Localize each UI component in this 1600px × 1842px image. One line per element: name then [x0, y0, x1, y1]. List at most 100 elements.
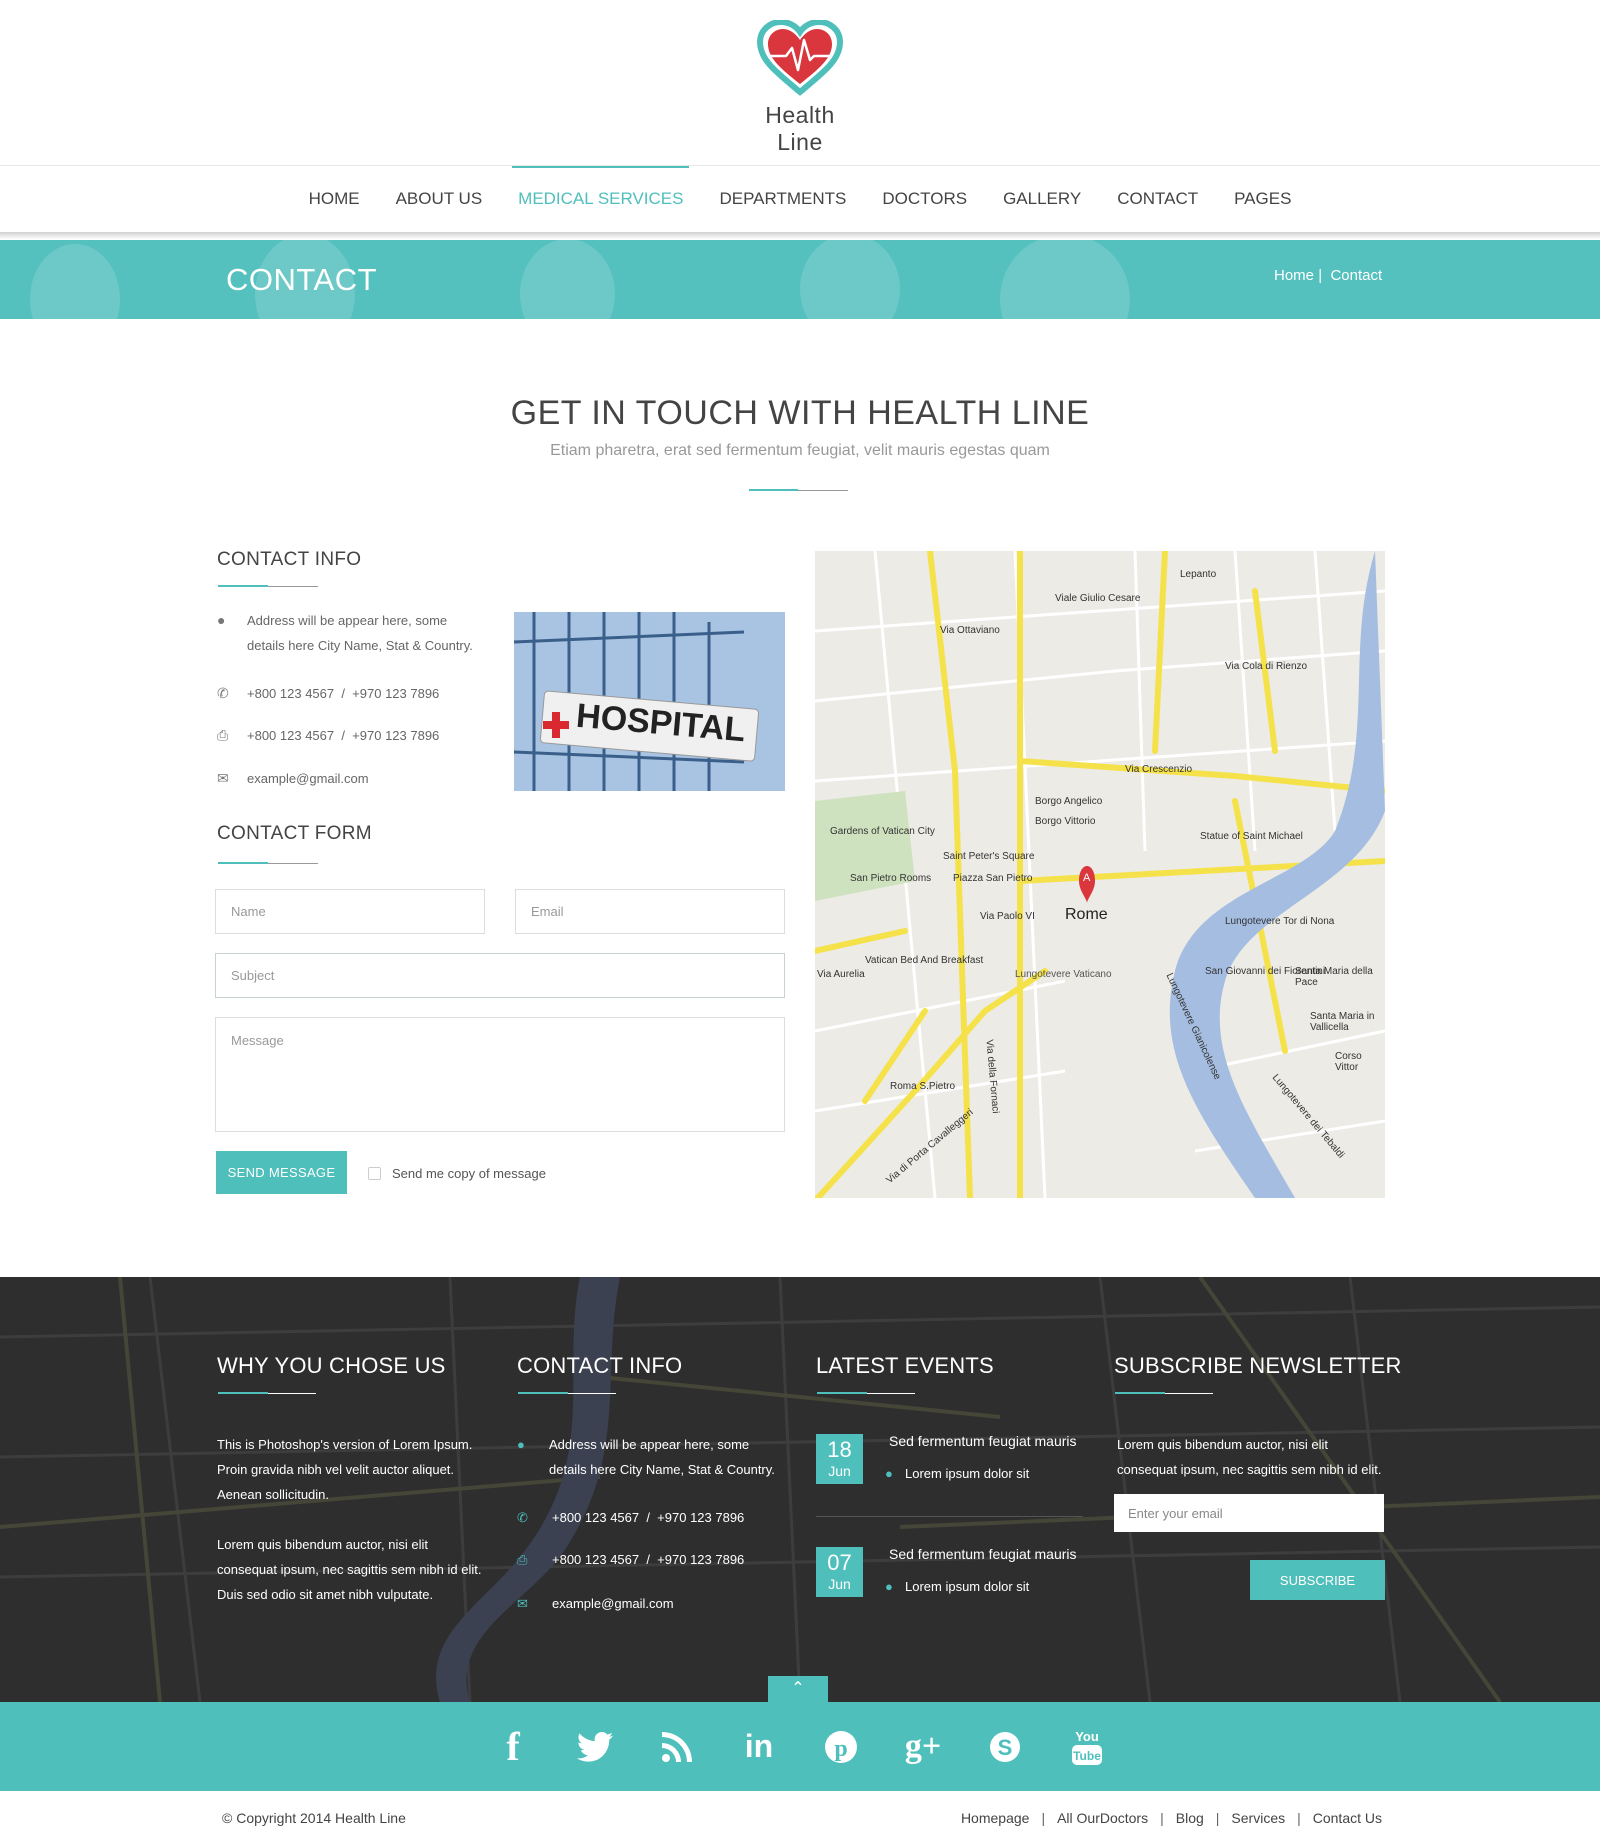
heading-underline [867, 1393, 915, 1394]
nav-gallery[interactable]: GALLERY [1003, 166, 1081, 232]
event-divider [816, 1516, 1083, 1517]
map-marker-label: A [1083, 872, 1091, 884]
map-center-label: Rome [1065, 906, 1108, 923]
nav-doctors[interactable]: DOCTORS [882, 166, 967, 232]
email-link[interactable]: example@gmail.com [552, 1591, 674, 1616]
heading-underline [218, 585, 268, 587]
printer-icon: ⎙ [217, 727, 229, 743]
map-label: Saint Peter's Square [943, 851, 1035, 862]
skype-icon[interactable]: S [986, 1727, 1024, 1767]
event-month: Jun [828, 1576, 851, 1592]
link-separator: | [1297, 1810, 1301, 1826]
name-field[interactable]: Name [215, 889, 485, 934]
youtube-icon[interactable]: You Tube [1068, 1727, 1106, 1767]
footer-fax: ⎙ +800 123 4567 / +970 123 7896 [517, 1547, 744, 1572]
hospital-building-illustration [514, 612, 785, 791]
google-plus-icon[interactable]: g+ [904, 1727, 942, 1767]
twitter-icon[interactable] [576, 1727, 614, 1767]
twitter-bird-shape [577, 1731, 613, 1762]
fax-numbers: +800 123 4567 / +970 123 7896 [247, 728, 440, 743]
copyright: © Copyright 2014 Health Line [222, 1810, 406, 1826]
footer-link-services[interactable]: Services [1231, 1810, 1285, 1826]
main-nav: HOME ABOUT US MEDICAL SERVICES DEPARTMEN… [0, 166, 1600, 232]
event-location: ● Lorem ipsum dolor sit [885, 1461, 1029, 1486]
message-field[interactable]: Message [215, 1017, 785, 1132]
newsletter-text: Lorem quis bibendum auctor, nisi elit co… [1117, 1432, 1381, 1482]
map-label: Via Crescenzio [1125, 764, 1193, 775]
nav-about-us[interactable]: ABOUT US [396, 166, 483, 232]
nav-departments[interactable]: DEPARTMENTS [719, 166, 846, 232]
heading-underline [268, 1393, 316, 1394]
event-day: 18 [827, 1437, 852, 1462]
text-line: consequat ipsum, nec sagittis sem nibh i… [1117, 1462, 1382, 1477]
fax-numbers: +800 123 4567 / +970 123 7896 [552, 1552, 745, 1567]
link-separator: | [1215, 1810, 1220, 1826]
contact-address: ● Address will be appear here, some deta… [217, 608, 473, 658]
heading-underline [218, 1392, 268, 1394]
breadcrumb: Home | Contact [1274, 267, 1382, 284]
location-map[interactable]: Rome A Via Ottaviano Viale Giulio Cesare… [815, 551, 1385, 1198]
event-location: ● Lorem ipsum dolor sit [885, 1574, 1029, 1599]
map-label: Lepanto [1180, 569, 1217, 580]
subject-field[interactable]: Subject [215, 953, 785, 998]
map-label: Gardens of Vatican City [830, 826, 935, 837]
envelope-icon: ✉ [517, 1596, 528, 1611]
heading-underline [1115, 1392, 1165, 1394]
nav-pages[interactable]: PAGES [1234, 166, 1291, 232]
heading-underline [268, 863, 318, 864]
map-label: Borgo Angelico [1035, 796, 1103, 807]
back-to-top-button[interactable]: ⌃ [768, 1676, 828, 1702]
footer-link-doctors[interactable]: All OurDoctors [1057, 1810, 1148, 1826]
map-label: Via Aurelia [817, 969, 865, 980]
event-title[interactable]: Sed fermentum feugiat mauris [889, 1542, 1077, 1567]
heading-underline [268, 586, 318, 587]
contact-form-heading: CONTACT FORM [217, 823, 372, 844]
nav-medical-services[interactable]: MEDICAL SERVICES [512, 166, 690, 232]
svg-text:S: S [998, 1735, 1013, 1760]
nav-contact[interactable]: CONTACT [1117, 166, 1198, 232]
nav-home[interactable]: HOME [309, 166, 360, 232]
footer-link-blog[interactable]: Blog [1176, 1810, 1204, 1826]
heading-underline [218, 862, 268, 864]
map-label: Borgo Vittorio [1035, 816, 1096, 827]
send-copy-checkbox[interactable] [368, 1167, 381, 1180]
send-copy-label: Send me copy of message [392, 1166, 546, 1181]
youtube-shape: You Tube [1072, 1729, 1102, 1765]
location-pin-icon: ● [885, 1466, 893, 1481]
text-line: details here City Name, Stat & Country. [549, 1462, 775, 1477]
title-underline [749, 489, 798, 491]
title-underline [798, 490, 848, 491]
phone-numbers: +800 123 4567 / +970 123 7896 [552, 1510, 745, 1525]
site-logo[interactable]: Health Line [740, 20, 860, 156]
text-line: consequat ipsum, nec sagittis sem nibh i… [217, 1562, 482, 1577]
text-line: This is Photoshop's version of Lorem Ips… [217, 1437, 473, 1452]
footer-links: Homepage | All OurDoctors | Blog | Services… [961, 1810, 1382, 1826]
linkedin-icon[interactable]: in [740, 1727, 778, 1767]
send-message-button[interactable]: SEND MESSAGE [216, 1151, 347, 1194]
footer-link-contact[interactable]: Contact Us [1313, 1810, 1382, 1826]
pinterest-icon[interactable]: p [822, 1727, 860, 1767]
event-location-text: Lorem ipsum dolor sit [905, 1466, 1030, 1481]
subscribe-button[interactable]: SUBSCRIBE [1250, 1560, 1385, 1600]
pinterest-shape: p [825, 1730, 857, 1763]
location-pin-icon: ● [217, 612, 226, 628]
phone-numbers: +800 123 4567 / +970 123 7896 [247, 686, 440, 701]
footer-link-homepage[interactable]: Homepage [961, 1810, 1030, 1826]
event-month: Jun [828, 1463, 851, 1479]
map-label: Via Paolo VI [980, 911, 1035, 922]
heading-underline [518, 1392, 568, 1394]
breadcrumb-home[interactable]: Home [1274, 267, 1314, 284]
location-pin-icon: ● [885, 1579, 893, 1594]
newsletter-email-input[interactable]: Enter your email [1114, 1494, 1384, 1532]
map-label: Viale Giulio Cesare [1055, 593, 1141, 604]
event-title[interactable]: Sed fermentum feugiat mauris [889, 1429, 1077, 1454]
svg-text:Tube: Tube [1073, 1749, 1101, 1763]
breadcrumb-current[interactable]: Contact [1330, 267, 1382, 284]
email-link[interactable]: example@gmail.com [247, 766, 369, 791]
rss-icon[interactable] [658, 1727, 696, 1767]
facebook-icon[interactable]: f [494, 1724, 532, 1769]
event-date-badge: 18 Jun [816, 1434, 863, 1484]
location-pin-icon: ● [517, 1437, 525, 1452]
email-field[interactable]: Email [515, 889, 785, 934]
map-label: San Pietro Rooms [850, 873, 932, 884]
